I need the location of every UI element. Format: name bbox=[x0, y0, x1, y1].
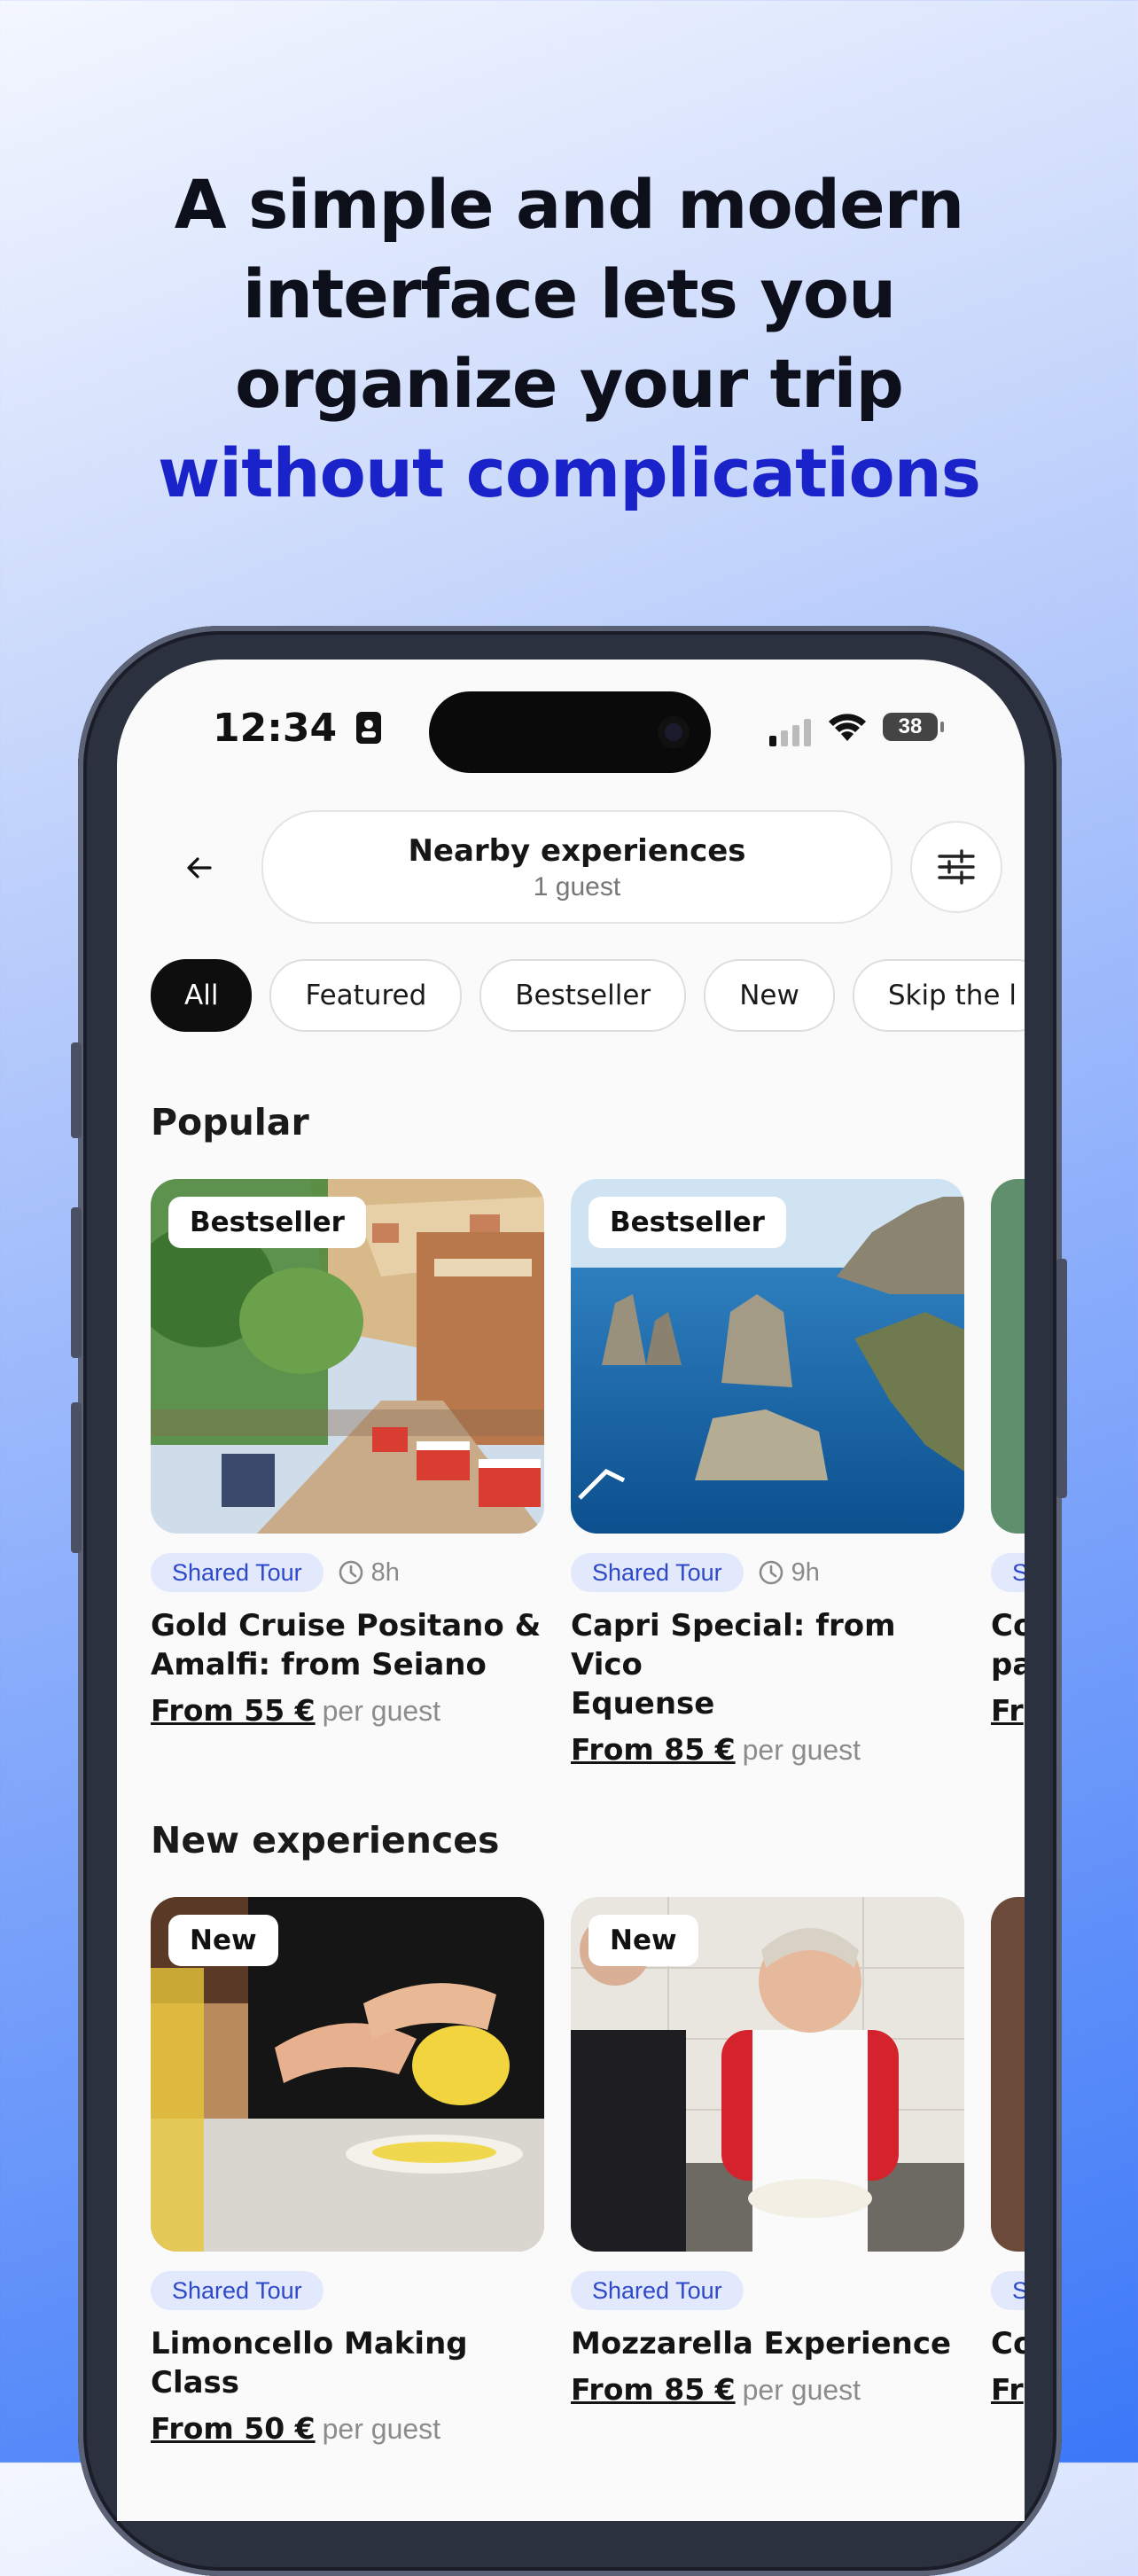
experience-card[interactable]: S Co Fr bbox=[991, 1897, 1025, 2407]
bestseller-badge: Bestseller bbox=[168, 1197, 366, 1248]
new-badge: New bbox=[168, 1915, 278, 1966]
experience-photo bbox=[991, 1897, 1025, 2252]
section-title-popular: Popular bbox=[151, 1101, 309, 1144]
card-price: From 85 € per guest bbox=[571, 2372, 964, 2407]
search-title: Nearby experiences bbox=[408, 833, 746, 869]
app-screen: 12:34 38 Nearby experiences 1 guest All … bbox=[117, 660, 1025, 2521]
price-from: From 50 € bbox=[151, 2411, 316, 2446]
duration: 8h bbox=[338, 1558, 400, 1588]
price-per: per guest bbox=[322, 2413, 441, 2445]
dynamic-island bbox=[429, 691, 711, 773]
card-meta: S bbox=[991, 2271, 1025, 2310]
headline-accent: without complications bbox=[157, 433, 981, 512]
cellular-signal-icon bbox=[769, 719, 811, 746]
price-from: From 85 € bbox=[571, 1732, 736, 1767]
price-from: From 85 € bbox=[571, 2372, 736, 2407]
experience-card[interactable]: S Co pa Fr bbox=[991, 1179, 1025, 1728]
duration-text: 9h bbox=[791, 1557, 820, 1587]
arrow-left-icon bbox=[187, 857, 212, 878]
experience-photo: Bestseller bbox=[571, 1179, 964, 1534]
experience-card[interactable]: Bestseller Shared Tour 8h Gold Cruise Po… bbox=[151, 1179, 544, 1728]
volume-down-button bbox=[71, 1402, 82, 1553]
experience-photo: New bbox=[151, 1897, 544, 2252]
status-bar: 12:34 38 bbox=[117, 660, 1025, 773]
chip-new[interactable]: New bbox=[704, 959, 835, 1032]
wifi-icon bbox=[829, 714, 866, 741]
card-meta: Shared Tour 9h bbox=[571, 1553, 964, 1592]
shared-tour-tag: Shared Tour bbox=[151, 1553, 323, 1592]
card-title-line-2: Equense bbox=[571, 1686, 715, 1721]
card-title-line-1: Capri Special: from Vico bbox=[571, 1608, 896, 1682]
duration-text: 8h bbox=[370, 1557, 400, 1587]
card-title: Gold Cruise Positano & Amalfi: from Seia… bbox=[151, 1606, 544, 1684]
shared-tour-tag: Shared Tour bbox=[571, 1553, 744, 1592]
search-subtitle: 1 guest bbox=[533, 872, 621, 902]
card-title-line-2: Amalfi: from Seiano bbox=[151, 1647, 487, 1682]
camera-icon bbox=[658, 716, 690, 748]
id-card-icon bbox=[356, 712, 382, 744]
headline-line-1: A simple and modern bbox=[174, 165, 964, 244]
status-time-text: 12:34 bbox=[213, 706, 338, 751]
top-bar: Nearby experiences 1 guest bbox=[117, 810, 1025, 925]
card-meta: Shared Tour bbox=[151, 2271, 544, 2310]
card-price: Fr bbox=[991, 2372, 1025, 2407]
new-badge: New bbox=[588, 1915, 698, 1966]
experience-card[interactable]: New Shared Tour Limoncello Making Class … bbox=[151, 1897, 544, 2446]
battery-nub bbox=[940, 722, 944, 732]
back-button[interactable] bbox=[168, 837, 230, 899]
promo-headline: A simple and modern interface lets you o… bbox=[0, 160, 1138, 518]
card-meta: Shared Tour 8h bbox=[151, 1553, 544, 1592]
card-title: Co pa bbox=[991, 1606, 1025, 1684]
chip-featured[interactable]: Featured bbox=[269, 959, 463, 1032]
experience-photo bbox=[991, 1179, 1025, 1534]
bestseller-badge: Bestseller bbox=[588, 1197, 786, 1248]
clock-icon bbox=[759, 1560, 783, 1585]
battery-indicator: 38 bbox=[883, 713, 944, 741]
price-per: per guest bbox=[742, 2374, 861, 2406]
card-meta: S bbox=[991, 1553, 1025, 1592]
search-pill[interactable]: Nearby experiences 1 guest bbox=[261, 810, 892, 924]
card-price: Fr bbox=[991, 1693, 1025, 1728]
card-title-line-1: Gold Cruise Positano & bbox=[151, 1608, 542, 1643]
price-from: Fr bbox=[991, 2372, 1024, 2407]
card-title-line-2: pa bbox=[991, 1647, 1025, 1682]
experience-card[interactable]: Bestseller Shared Tour 9h Capri Special:… bbox=[571, 1179, 964, 1767]
chip-all[interactable]: All bbox=[151, 959, 253, 1032]
shared-tour-tag: Shared Tour bbox=[151, 2271, 323, 2310]
status-time: 12:34 bbox=[213, 706, 382, 751]
category-chips: All Featured Bestseller New Skip the l bbox=[151, 959, 1025, 1032]
shared-tour-tag: S bbox=[991, 2271, 1025, 2310]
experience-photo: New bbox=[571, 1897, 964, 2252]
price-per: per guest bbox=[742, 1734, 861, 1766]
card-price: From 55 € per guest bbox=[151, 1693, 544, 1728]
shared-tour-tag: Shared Tour bbox=[571, 2271, 744, 2310]
action-button bbox=[71, 1042, 82, 1138]
chip-skip-the-line[interactable]: Skip the l bbox=[852, 959, 1025, 1032]
battery-level: 38 bbox=[898, 714, 923, 738]
clock-icon bbox=[339, 1560, 362, 1585]
sliders-icon bbox=[938, 849, 975, 885]
power-button bbox=[1056, 1259, 1067, 1498]
price-per: per guest bbox=[322, 1695, 441, 1727]
card-title: Mozzarella Experience bbox=[571, 2326, 952, 2361]
shared-tour-tag: S bbox=[991, 1553, 1025, 1592]
filter-button[interactable] bbox=[910, 821, 1002, 913]
experience-photo: Bestseller bbox=[151, 1179, 544, 1534]
volume-up-button bbox=[71, 1207, 82, 1358]
duration: 9h bbox=[758, 1558, 820, 1588]
card-meta: Shared Tour bbox=[571, 2271, 964, 2310]
experience-card[interactable]: New Shared Tour Mozzarella Experience Fr… bbox=[571, 1897, 964, 2407]
headline-line-3: organize your trip bbox=[235, 344, 904, 423]
chip-bestseller[interactable]: Bestseller bbox=[479, 959, 687, 1032]
price-from: Fr bbox=[991, 1693, 1024, 1728]
card-title: Capri Special: from Vico Equense bbox=[571, 1606, 964, 1723]
card-title: Limoncello Making Class bbox=[151, 2326, 468, 2400]
card-title-line-1: Co bbox=[991, 1608, 1025, 1643]
section-title-new-experiences: New experiences bbox=[151, 1819, 500, 1862]
headline-line-2: interface lets you bbox=[242, 254, 896, 333]
price-from: From 55 € bbox=[151, 1693, 316, 1728]
card-title: Co bbox=[991, 2326, 1025, 2361]
card-price: From 85 € per guest bbox=[571, 1732, 964, 1767]
card-price: From 50 € per guest bbox=[151, 2411, 544, 2446]
